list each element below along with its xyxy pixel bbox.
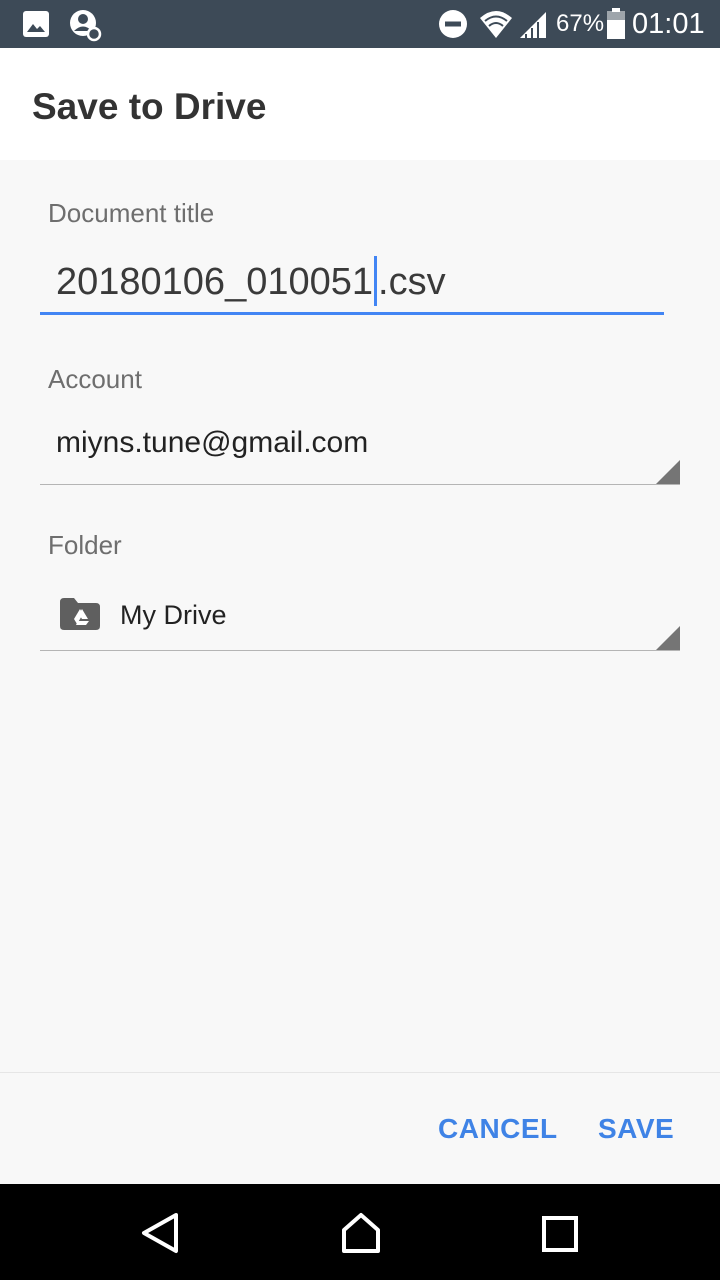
account-sync-icon xyxy=(70,10,102,42)
battery-percent: 67% xyxy=(556,10,605,37)
recents-icon[interactable] xyxy=(542,1216,578,1252)
cancel-button[interactable]: CANCEL xyxy=(438,1113,558,1145)
document-title-text-before-caret: 20180106_010051 xyxy=(56,261,374,303)
document-title-text-after-caret: .csv xyxy=(378,261,446,303)
account-dropdown[interactable]: miyns.tune@gmail.com xyxy=(40,412,680,485)
dialog-actions: CANCEL SAVE xyxy=(0,1072,720,1185)
folder-dropdown[interactable]: My Drive xyxy=(40,578,680,651)
account-value: miyns.tune@gmail.com xyxy=(56,426,369,459)
dialog-title: Save to Drive xyxy=(32,86,267,127)
folder-label: Folder xyxy=(48,530,122,560)
clock: 01:01 xyxy=(632,8,705,40)
image-notification-icon xyxy=(23,11,49,37)
dialog-header: Save to Drive xyxy=(0,48,720,160)
folder-value: My Drive xyxy=(120,600,227,630)
status-bar: 67% 01:01 xyxy=(0,0,720,48)
navigation-bar xyxy=(0,1184,720,1280)
wifi-icon xyxy=(480,11,512,38)
dialog-content: Document title 20180106_010051 .csv Accou… xyxy=(0,160,720,1072)
dropdown-arrow-icon xyxy=(656,460,680,484)
document-title-input[interactable]: 20180106_010051 .csv xyxy=(40,248,664,315)
back-icon[interactable] xyxy=(140,1212,180,1254)
do-not-disturb-icon xyxy=(439,10,467,38)
drive-folder-icon xyxy=(60,598,100,630)
document-title-label: Document title xyxy=(48,198,215,228)
battery-icon xyxy=(607,8,625,39)
document-title-value: 20180106_010051 .csv xyxy=(56,256,446,306)
dropdown-arrow-icon xyxy=(656,626,680,650)
save-button[interactable]: SAVE xyxy=(598,1113,674,1145)
home-icon[interactable] xyxy=(340,1212,382,1254)
text-caret xyxy=(374,256,378,306)
signal-icon xyxy=(520,12,546,38)
account-label: Account xyxy=(48,364,142,394)
